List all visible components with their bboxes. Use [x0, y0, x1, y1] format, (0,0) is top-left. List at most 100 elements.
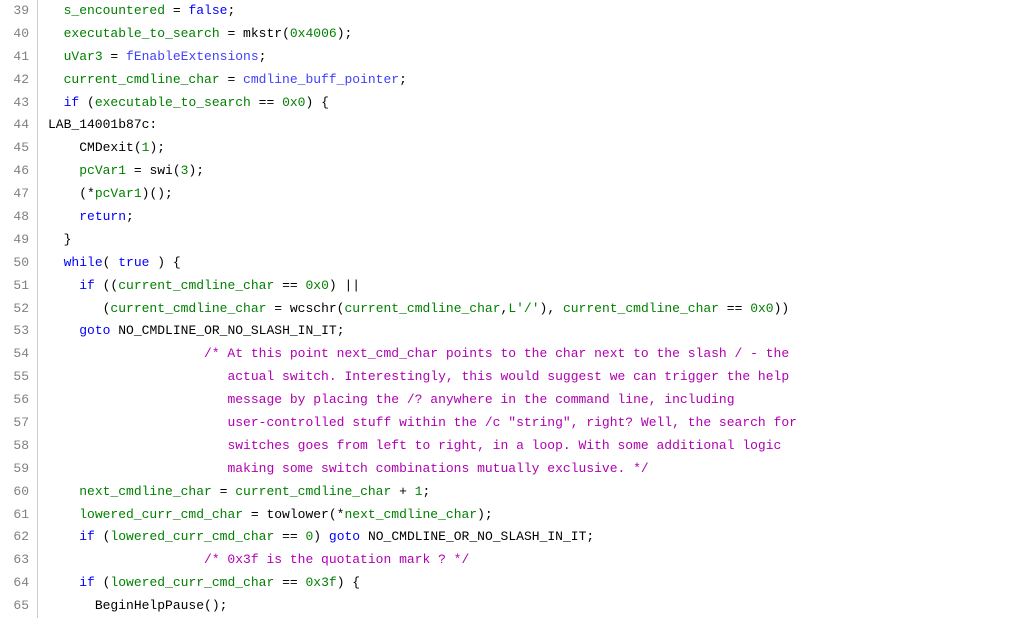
gutter-divider: [38, 69, 46, 92]
code-line[interactable]: 60 next_cmdline_char = current_cmdline_c…: [0, 481, 1010, 504]
code-content[interactable]: if (lowered_curr_cmd_char == 0) goto NO_…: [46, 526, 1010, 549]
code-content[interactable]: switches goes from left to right, in a l…: [46, 435, 1010, 458]
gutter-divider: [38, 504, 46, 527]
code-line[interactable]: 56 message by placing the /? anywhere in…: [0, 389, 1010, 412]
code-content[interactable]: goto NO_CMDLINE_OR_NO_SLASH_IN_IT;: [46, 320, 1010, 343]
line-number: 48: [0, 206, 38, 229]
code-line[interactable]: 52 (current_cmdline_char = wcschr(curren…: [0, 298, 1010, 321]
code-content[interactable]: (current_cmdline_char = wcschr(current_c…: [46, 298, 1010, 321]
code-editor[interactable]: 39 s_encountered = false;40 executable_t…: [0, 0, 1010, 618]
code-line[interactable]: 64 if (lowered_curr_cmd_char == 0x3f) {: [0, 572, 1010, 595]
gutter-divider: [38, 0, 46, 23]
code-line[interactable]: 55 actual switch. Interestingly, this wo…: [0, 366, 1010, 389]
token-var: s_encountered: [64, 3, 165, 18]
token-punct: (: [173, 163, 181, 178]
code-line[interactable]: 48 return;: [0, 206, 1010, 229]
token-punct: ;: [337, 323, 345, 338]
code-line[interactable]: 39 s_encountered = false;: [0, 0, 1010, 23]
code-line[interactable]: 51 if ((current_cmdline_char == 0x0) ||: [0, 275, 1010, 298]
code-line[interactable]: 53 goto NO_CMDLINE_OR_NO_SLASH_IN_IT;: [0, 320, 1010, 343]
token-var: lowered_curr_cmd_char: [110, 575, 274, 590]
code-content[interactable]: pcVar1 = swi(3);: [46, 160, 1010, 183]
code-content[interactable]: /* 0x3f is the quotation mark ? */: [46, 549, 1010, 572]
token-punct: );: [477, 507, 493, 522]
token-func: BeginHelpPause: [95, 598, 204, 613]
code-line[interactable]: 42 current_cmdline_char = cmdline_buff_p…: [0, 69, 1010, 92]
code-content[interactable]: }: [46, 229, 1010, 252]
code-content[interactable]: if ((current_cmdline_char == 0x0) ||: [46, 275, 1010, 298]
token-kw: if: [64, 95, 80, 110]
token-punct: ;: [227, 3, 235, 18]
code-line[interactable]: 57 user-controlled stuff within the /c "…: [0, 412, 1010, 435]
code-content[interactable]: LAB_14001b87c:: [46, 114, 1010, 137]
code-line[interactable]: 61 lowered_curr_cmd_char = towlower(*nex…: [0, 504, 1010, 527]
code-line[interactable]: 54 /* At this point next_cmd_char points…: [0, 343, 1010, 366]
token-punct: )();: [142, 186, 173, 201]
token-kw: if: [79, 278, 95, 293]
code-line[interactable]: 63 /* 0x3f is the quotation mark ? */: [0, 549, 1010, 572]
token-punct: =: [126, 163, 149, 178]
code-content[interactable]: return;: [46, 206, 1010, 229]
token-punct: [360, 529, 368, 544]
gutter-divider: [38, 572, 46, 595]
token-label: LAB_14001b87c:: [48, 117, 157, 132]
token-num: 0x4006: [290, 26, 337, 41]
code-content[interactable]: uVar3 = fEnableExtensions;: [46, 46, 1010, 69]
token-var: current_cmdline_char: [235, 484, 391, 499]
line-number: 47: [0, 183, 38, 206]
token-punct: ): [313, 529, 329, 544]
code-content[interactable]: current_cmdline_char = cmdline_buff_poin…: [46, 69, 1010, 92]
line-number: 40: [0, 23, 38, 46]
code-content[interactable]: if (lowered_curr_cmd_char == 0x3f) {: [46, 572, 1010, 595]
line-number: 59: [0, 458, 38, 481]
code-content[interactable]: lowered_curr_cmd_char = towlower(*next_c…: [46, 504, 1010, 527]
line-number: 60: [0, 481, 38, 504]
code-line[interactable]: 43 if (executable_to_search == 0x0) {: [0, 92, 1010, 115]
code-line[interactable]: 44LAB_14001b87c:: [0, 114, 1010, 137]
line-number: 52: [0, 298, 38, 321]
code-content[interactable]: actual switch. Interestingly, this would…: [46, 366, 1010, 389]
code-line[interactable]: 40 executable_to_search = mkstr(0x4006);: [0, 23, 1010, 46]
code-line[interactable]: 41 uVar3 = fEnableExtensions;: [0, 46, 1010, 69]
code-content[interactable]: executable_to_search = mkstr(0x4006);: [46, 23, 1010, 46]
token-punct: (: [95, 575, 111, 590]
token-var: current_cmdline_char: [118, 278, 274, 293]
line-number: 46: [0, 160, 38, 183]
gutter-divider: [38, 366, 46, 389]
code-content[interactable]: user-controlled stuff within the /c "str…: [46, 412, 1010, 435]
token-punct: );: [337, 26, 353, 41]
code-line[interactable]: 46 pcVar1 = swi(3);: [0, 160, 1010, 183]
code-content[interactable]: next_cmdline_char = current_cmdline_char…: [46, 481, 1010, 504]
token-kw: goto: [329, 529, 360, 544]
code-content[interactable]: while( true ) {: [46, 252, 1010, 275]
code-line[interactable]: 59 making some switch combinations mutua…: [0, 458, 1010, 481]
token-punct: ;: [586, 529, 594, 544]
code-line[interactable]: 58 switches goes from left to right, in …: [0, 435, 1010, 458]
code-content[interactable]: s_encountered = false;: [46, 0, 1010, 23]
code-content[interactable]: BeginHelpPause();: [46, 595, 1010, 618]
gutter-divider: [38, 595, 46, 618]
code-line[interactable]: 62 if (lowered_curr_cmd_char == 0) goto …: [0, 526, 1010, 549]
code-line[interactable]: 65 BeginHelpPause();: [0, 595, 1010, 618]
token-comment: actual switch. Interestingly, this would…: [227, 369, 789, 384]
code-content[interactable]: (*pcVar1)();: [46, 183, 1010, 206]
code-content[interactable]: making some switch combinations mutually…: [46, 458, 1010, 481]
code-content[interactable]: /* At this point next_cmd_char points to…: [46, 343, 1010, 366]
token-punct: (*: [79, 186, 95, 201]
code-content[interactable]: message by placing the /? anywhere in th…: [46, 389, 1010, 412]
token-punct: (*: [329, 507, 345, 522]
token-num: 0x0: [282, 95, 305, 110]
token-punct: ),: [540, 301, 563, 316]
code-line[interactable]: 45 CMDexit(1);: [0, 137, 1010, 160]
line-number: 49: [0, 229, 38, 252]
token-var: pcVar1: [79, 163, 126, 178]
code-line[interactable]: 49 }: [0, 229, 1010, 252]
code-line[interactable]: 50 while( true ) {: [0, 252, 1010, 275]
token-punct: =: [220, 26, 243, 41]
code-content[interactable]: if (executable_to_search == 0x0) {: [46, 92, 1010, 115]
code-line[interactable]: 47 (*pcVar1)();: [0, 183, 1010, 206]
code-content[interactable]: CMDexit(1);: [46, 137, 1010, 160]
token-punct: (: [79, 95, 95, 110]
token-kw: goto: [79, 323, 110, 338]
token-var: lowered_curr_cmd_char: [110, 529, 274, 544]
